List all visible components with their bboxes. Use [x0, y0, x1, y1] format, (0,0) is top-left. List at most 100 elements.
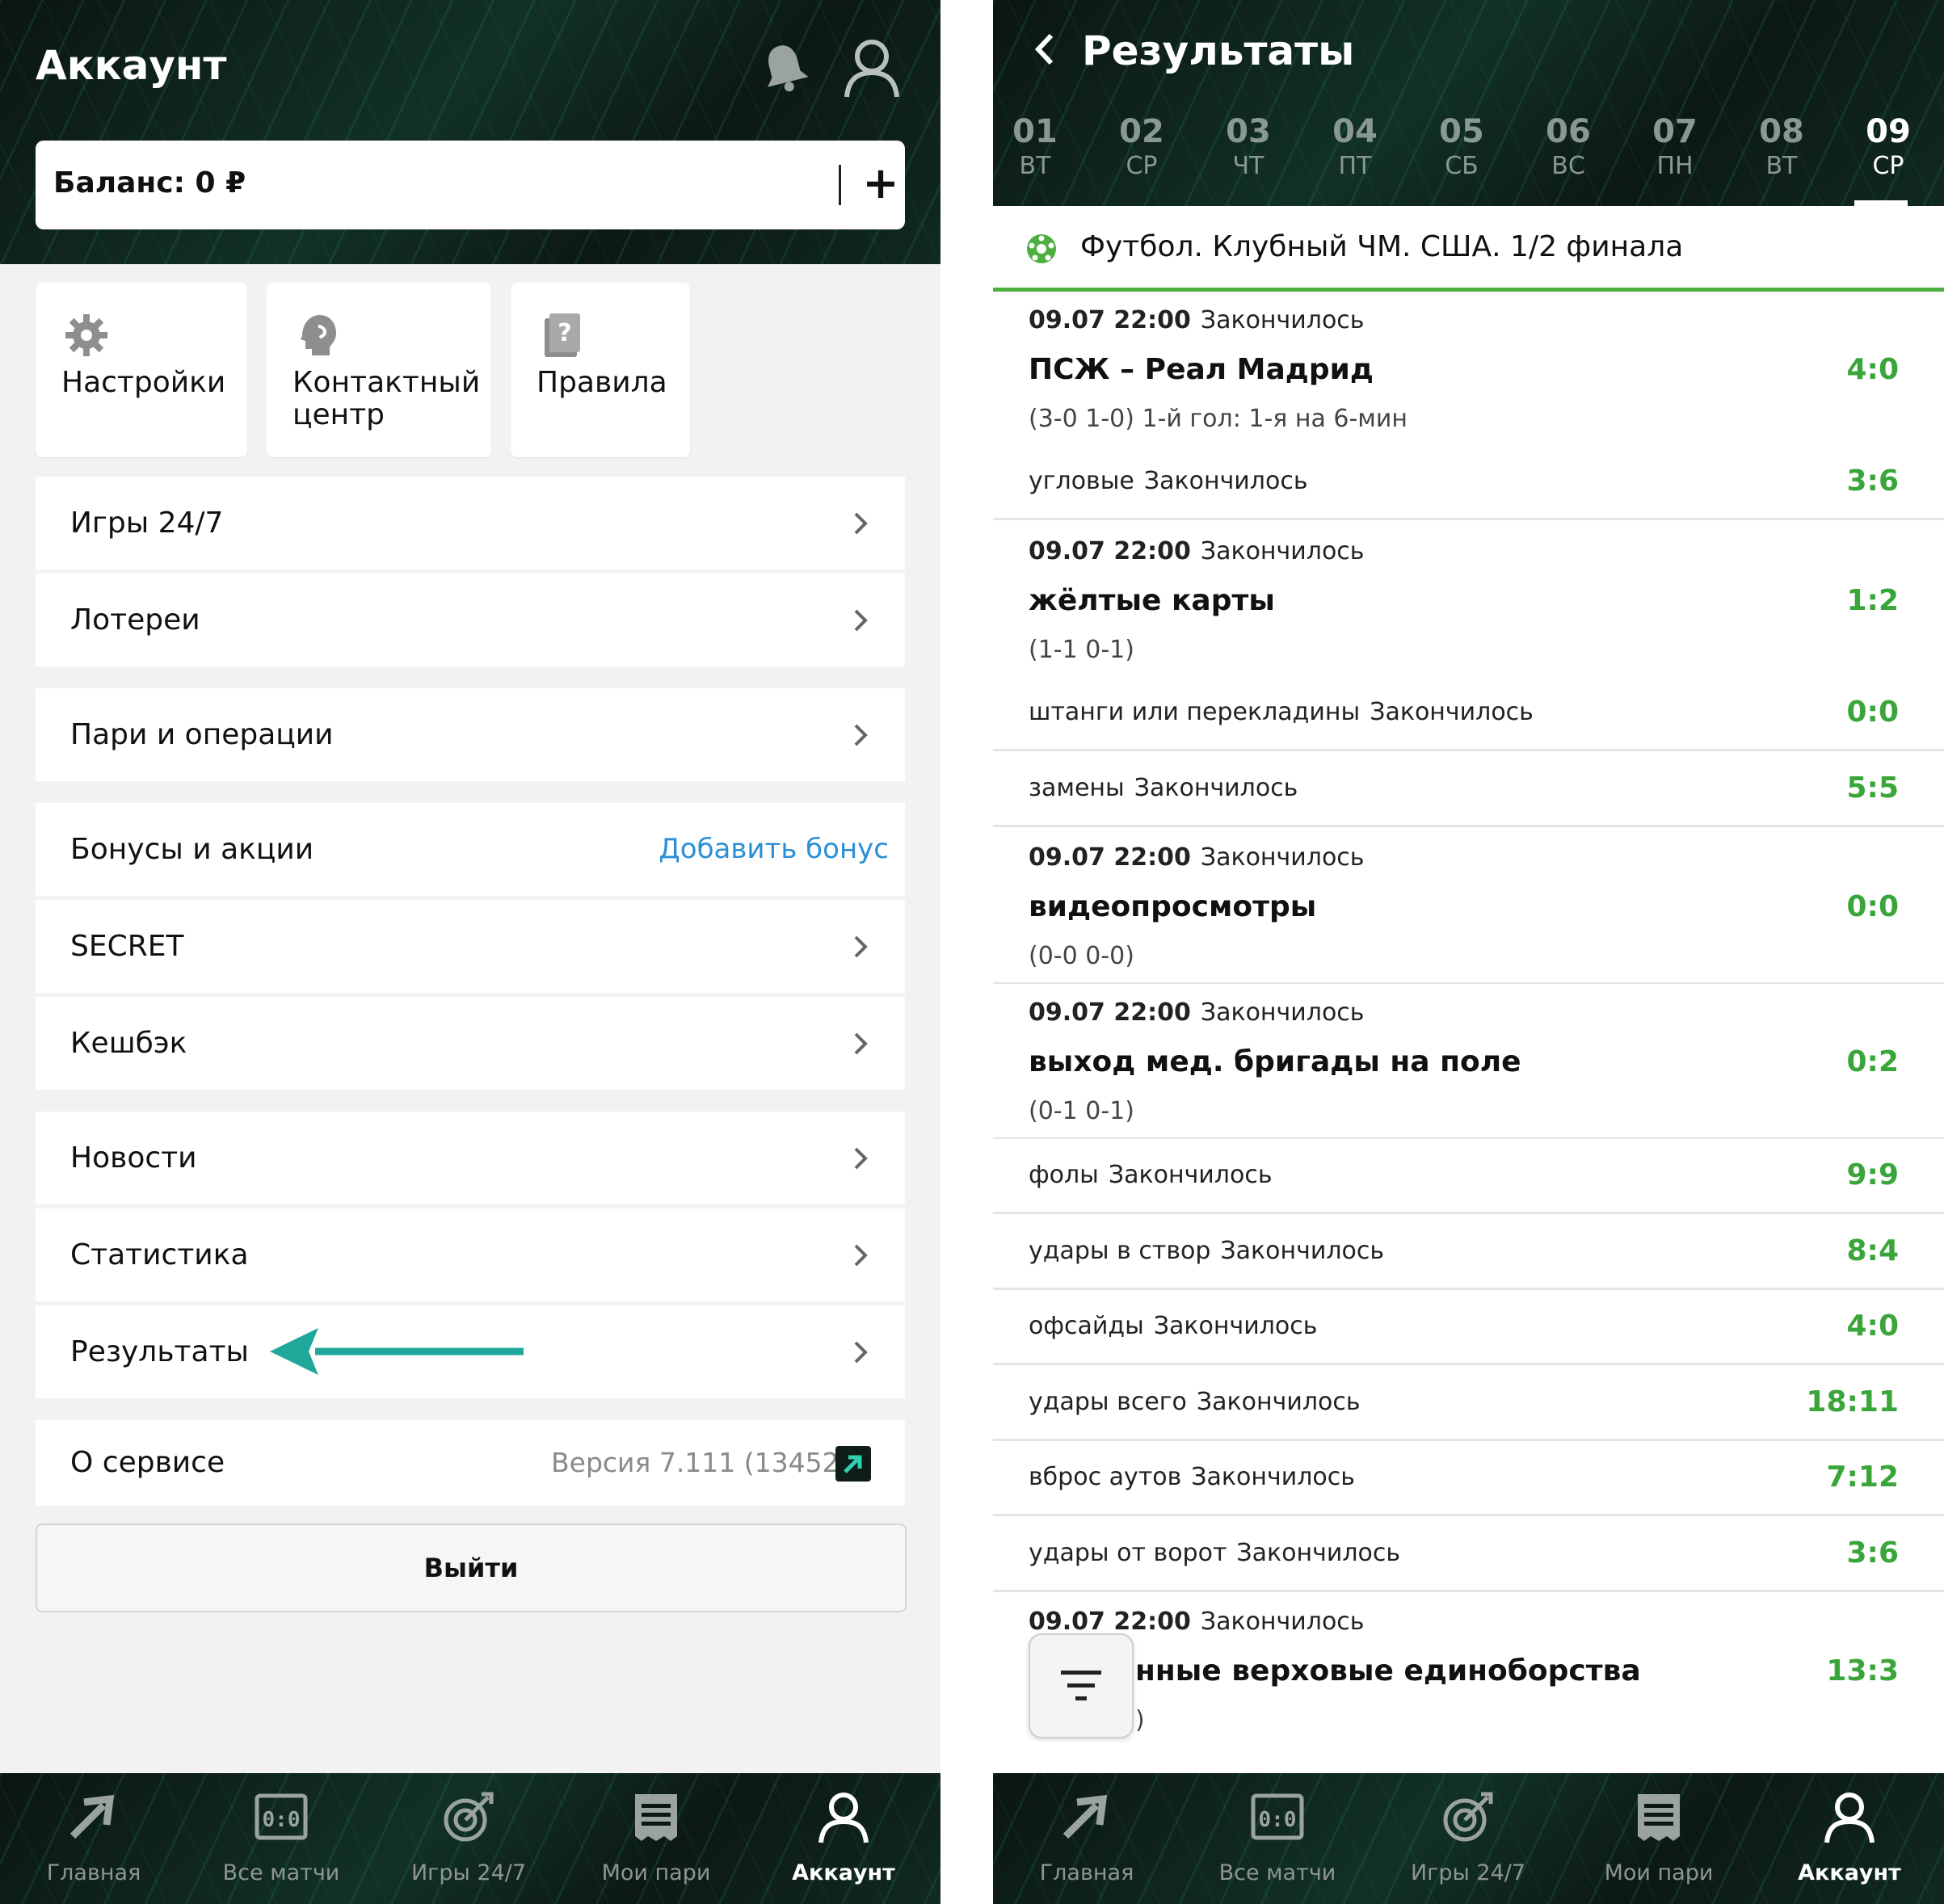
date-tab[interactable]: 07 ПН [1635, 113, 1715, 183]
menu-item-news[interactable]: Новости [36, 1112, 905, 1204]
result-row[interactable]: 09.07 22:00 Закончилось видеопросмотры (0… [993, 829, 1944, 985]
result-row[interactable]: 09.07 22:00 Закончилось ПСЖ – Реал Мадрид… [993, 292, 1944, 448]
date-tab[interactable]: 08 ВТ [1741, 113, 1822, 183]
profile-icon[interactable] [840, 36, 903, 100]
result-detail: (3-0 1-0) 1-й гол: 1-я на 6-мин [1029, 405, 1408, 433]
notification-bell-icon[interactable] [755, 39, 814, 97]
filter-button[interactable] [1029, 1633, 1134, 1738]
nav-account[interactable]: Аккаунт [1756, 1773, 1943, 1904]
result-score: 4:0 [1846, 353, 1900, 386]
menu-item-label: Бонусы и акции [70, 833, 314, 866]
add-bonus-link[interactable]: Добавить бонус [659, 803, 889, 896]
result-meta: вброс аутов Закончилось [1029, 1441, 1355, 1514]
result-label: фолы [1029, 1161, 1099, 1189]
menu-item-statistics[interactable]: Статистика [36, 1208, 905, 1301]
result-meta: 09.07 22:00 Закончилось [1029, 1608, 1364, 1636]
result-meta: 09.07 22:00 Закончилось [1029, 998, 1364, 1027]
tournament-header[interactable]: Футбол. Клубный ЧМ. США. 1/2 финала [993, 207, 1944, 292]
result-row[interactable]: замены Закончилось 5:5 [993, 752, 1944, 827]
nav-account[interactable]: Аккаунт [750, 1773, 937, 1904]
nav-my-bets[interactable]: Мои пари [562, 1773, 750, 1904]
receipt-icon [635, 1794, 677, 1841]
date-tab[interactable]: 06 ВС [1528, 113, 1609, 183]
nav-all-matches[interactable]: 0:0 Все матчи [187, 1773, 375, 1904]
menu-item-label: Игры 24/7 [70, 506, 224, 540]
result-row[interactable]: удары в створ Закончилось 8:4 [993, 1215, 1944, 1290]
date-tab[interactable]: 04 ПТ [1315, 113, 1395, 183]
result-meta: удары от ворот Закончилось [1029, 1517, 1400, 1590]
result-score: 5:5 [1846, 771, 1900, 805]
date-tab[interactable]: 03 ЧТ [1208, 113, 1289, 183]
rules-book-icon: ? [545, 313, 580, 357]
result-row[interactable]: 09.07 22:00 Закончилось нные верховые еди… [993, 1593, 1944, 1773]
date-tab[interactable]: 01 ВТ [995, 113, 1075, 183]
nav-my-bets[interactable]: Мои пари [1565, 1773, 1753, 1904]
menu-item-cashback[interactable]: Кешбэк [36, 997, 905, 1090]
nav-games[interactable]: Игры 24/7 [1374, 1773, 1562, 1904]
result-meta: угловые Закончилось [1029, 445, 1308, 518]
result-row[interactable]: офсайды Закончилось 4:0 [993, 1290, 1944, 1365]
date-tab[interactable]: 05 СБ [1421, 113, 1502, 183]
result-row[interactable]: фолы Закончилось 9:9 [993, 1139, 1944, 1214]
settings-tile[interactable]: Настройки [36, 283, 247, 457]
date-tab-weekday: ВС [1551, 152, 1585, 180]
result-row[interactable]: удары от ворот Закончилось 3:6 [993, 1517, 1944, 1592]
nav-home[interactable]: Главная [993, 1773, 1180, 1904]
nav-games[interactable]: Игры 24/7 [375, 1773, 562, 1904]
result-datetime: 09.07 22:00 [1029, 306, 1191, 334]
chevron-right-icon [854, 1341, 868, 1364]
date-tab-day: 02 [1119, 113, 1164, 150]
logout-label: Выйти [423, 1553, 519, 1583]
result-row[interactable]: 09.07 22:00 Закончилось выход мед. бригад… [993, 984, 1944, 1140]
result-score: 1:2 [1846, 584, 1900, 617]
menu-item-about[interactable]: О сервисе Версия 7.111 (13452) [36, 1420, 905, 1506]
result-detail: (0-1 0-1) [1029, 1097, 1134, 1125]
result-detail: (0-0 0-0) [1029, 942, 1134, 970]
menu-item-games[interactable]: Игры 24/7 [36, 477, 905, 570]
back-chevron-icon[interactable] [1032, 31, 1056, 68]
result-row[interactable]: вброс аутов Закончилось 7:12 [993, 1441, 1944, 1516]
menu-item-label: Новости [70, 1141, 197, 1175]
target-icon [1443, 1792, 1493, 1842]
menu-item-label: Статистика [70, 1238, 249, 1271]
result-row[interactable]: угловые Закончилось 3:6 [993, 445, 1944, 520]
result-row[interactable]: удары всего Закончилось 18:11 [993, 1366, 1944, 1441]
logout-button[interactable]: Выйти [36, 1524, 907, 1612]
svg-text:0:0: 0:0 [1259, 1808, 1297, 1832]
nav-all-matches[interactable]: 0:0 Все матчи [1184, 1773, 1371, 1904]
menu-item-lotteries[interactable]: Лотереи [36, 574, 905, 666]
page-title: Результаты [1082, 27, 1355, 74]
result-status: Закончилось [1220, 1237, 1385, 1265]
result-row[interactable]: штанги или перекладины Закончилось 0:0 [993, 676, 1944, 751]
result-row[interactable]: 09.07 22:00 Закончилось жёлтые карты (1-1… [993, 523, 1944, 679]
date-tab-weekday: ЧТ [1232, 152, 1264, 180]
svg-text:?: ? [558, 319, 571, 347]
menu-item-label: Пари и операции [70, 718, 334, 751]
date-tab[interactable]: 02 СР [1101, 113, 1182, 183]
chevron-right-icon [854, 1032, 868, 1055]
gear-icon [65, 314, 107, 356]
date-tab-day: 09 [1866, 113, 1911, 150]
result-label: удары в створ [1029, 1237, 1211, 1265]
bottom-nav: Главная 0:0 Все матчи Игры 24/7 Мои пари… [0, 1773, 940, 1904]
menu-item-label: О сервисе [70, 1446, 225, 1479]
menu-item-bonuses[interactable]: Бонусы и акции Добавить бонус [36, 803, 905, 896]
date-tab-selected[interactable]: 09 СР [1848, 113, 1929, 183]
nav-home[interactable]: Главная [0, 1773, 187, 1904]
page-title: Аккаунт [36, 42, 227, 89]
add-funds-button[interactable]: + [856, 155, 905, 212]
rules-tile[interactable]: ? Правила [511, 283, 690, 457]
user-icon [818, 1793, 869, 1843]
user-icon [1824, 1793, 1875, 1843]
nav-label: Главная [46, 1860, 141, 1885]
result-score: 0:0 [1846, 696, 1900, 729]
chevron-right-icon [854, 512, 868, 535]
menu-item-secret[interactable]: SECRET [36, 900, 905, 993]
menu-item-bets-operations[interactable]: Пари и операции [36, 688, 905, 781]
contact-center-tile[interactable]: Контактный центр [267, 283, 491, 457]
result-status: Закончилось [1196, 1388, 1361, 1416]
result-label: замены [1029, 774, 1125, 802]
bottom-nav: Главная 0:0 Все матчи Игры 24/7 Мои пари… [993, 1773, 1944, 1904]
menu-item-label: SECRET [70, 930, 184, 963]
result-status: Закончилось [1200, 843, 1365, 872]
